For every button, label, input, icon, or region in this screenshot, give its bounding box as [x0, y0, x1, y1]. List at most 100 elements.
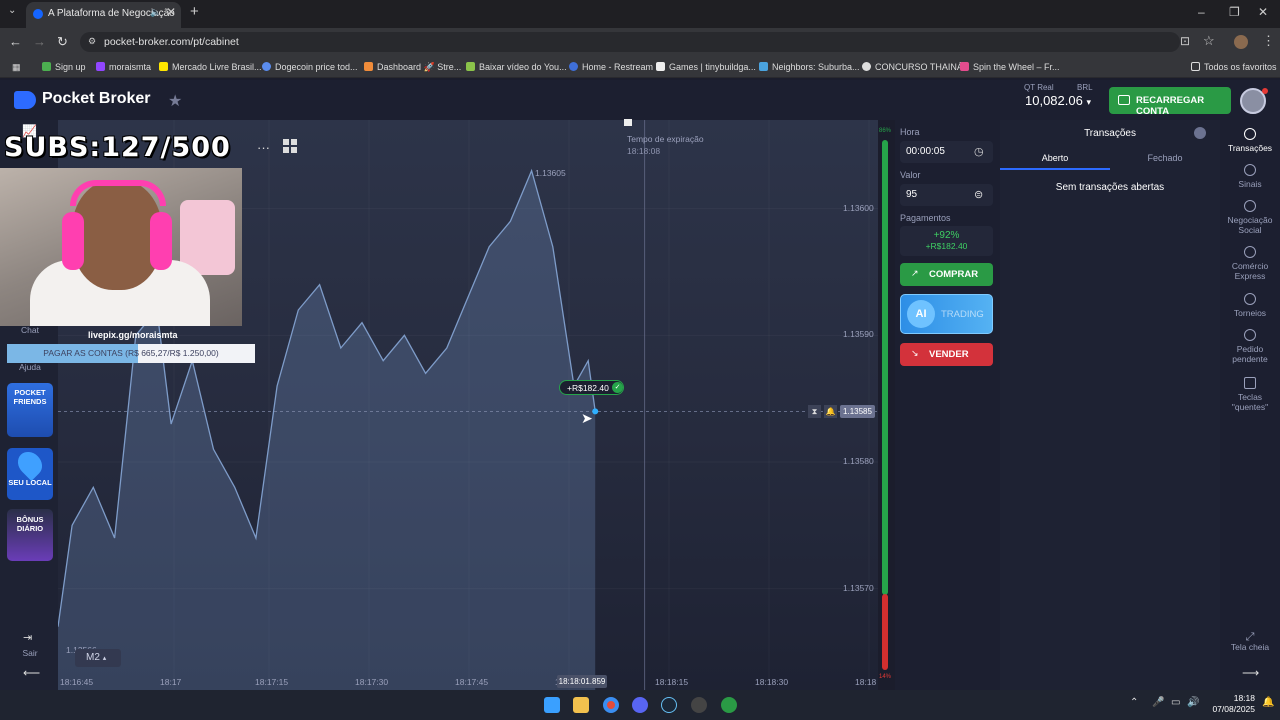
- install-icon[interactable]: ⊡: [1180, 34, 1190, 48]
- network-icon[interactable]: ▭: [1171, 697, 1180, 708]
- x-tick-label: 18:18: [855, 677, 877, 687]
- daily-bonus-promo[interactable]: BÔNUS DIÁRIO: [7, 509, 53, 561]
- sentiment-sell-bar: [882, 594, 888, 670]
- x-tick-label: 18:17:45: [455, 677, 489, 687]
- notification-dot: [1262, 88, 1268, 94]
- empty-transactions-message: Sem transações abertas: [1055, 182, 1165, 193]
- bookmark-item[interactable]: Sign up: [42, 62, 86, 72]
- arrow-up-icon: ↗: [911, 268, 919, 278]
- file-explorer-icon[interactable]: [573, 697, 589, 713]
- sidebar-item-chat[interactable]: Chat: [0, 325, 60, 335]
- new-tab-icon[interactable]: +: [190, 3, 199, 20]
- app-logo[interactable]: Pocket Broker: [42, 90, 151, 108]
- people-icon: [1244, 200, 1256, 212]
- tab-closed-trades[interactable]: Fechado: [1110, 148, 1220, 170]
- forward-icon[interactable]: →: [33, 34, 46, 49]
- volume-icon[interactable]: 🔊: [1187, 697, 1199, 708]
- bookmark-star-icon[interactable]: ☆: [1203, 33, 1215, 49]
- steam-icon[interactable]: [661, 697, 677, 713]
- apps-grid-icon[interactable]: ▦: [12, 62, 21, 73]
- tab-search-icon[interactable]: ⌄: [8, 5, 16, 16]
- pocket-broker-logo-icon: [14, 91, 36, 109]
- bookmark-item[interactable]: Home - Restream: [569, 62, 653, 72]
- payout-percent: +92%: [933, 230, 960, 241]
- bookmark-item[interactable]: moraismta: [96, 62, 151, 72]
- bell-icon[interactable]: 🔔: [824, 405, 837, 418]
- expand-arrow-icon[interactable]: ⟶: [1242, 666, 1259, 680]
- back-icon[interactable]: ←: [9, 34, 22, 49]
- sidebar-item-pending[interactable]: Pedido pendente: [1220, 329, 1280, 364]
- maximize-icon[interactable]: ❐: [1229, 5, 1240, 19]
- notifications-icon[interactable]: 🔔: [1262, 697, 1274, 708]
- close-tab-icon[interactable]: ✕: [166, 5, 176, 19]
- site-info-icon[interactable]: ⚙: [88, 36, 96, 47]
- bookmark-item[interactable]: CONCURSO THAINÁ: [862, 62, 963, 72]
- collapse-arrow-icon[interactable]: ⟵: [23, 666, 40, 680]
- bookmark-item[interactable]: Games | tinybuildga...: [656, 62, 756, 72]
- livepix-link: livepix.gg/moraismta: [88, 330, 178, 340]
- x-tick-label: 18:17:15: [255, 677, 289, 687]
- sidebar-item-social[interactable]: Negociação Social: [1220, 200, 1280, 235]
- account-balance-dropdown[interactable]: 10,082.06 ▾: [1025, 93, 1091, 108]
- more-tools-icon[interactable]: ···: [257, 140, 270, 155]
- current-price-tag: 1.13585: [840, 405, 875, 418]
- amount-value: 95: [906, 189, 918, 200]
- currency-icon[interactable]: ⊜: [974, 188, 983, 201]
- microphone-icon[interactable]: 🎤: [1152, 697, 1164, 708]
- bookmark-item[interactable]: Baixar vídeo do You...: [466, 62, 567, 72]
- window-close-icon[interactable]: ✕: [1258, 5, 1268, 19]
- obs-icon[interactable]: [691, 697, 707, 713]
- check-icon: ✓: [612, 382, 623, 393]
- layout-grid-icon[interactable]: [283, 139, 297, 153]
- logout-icon[interactable]: ⇥: [23, 631, 32, 644]
- xbox-icon[interactable]: [721, 697, 737, 713]
- url-input[interactable]: pocket-broker.com/pt/cabinet: [80, 32, 1180, 52]
- sidebar-item-tournaments[interactable]: Torneios: [1220, 293, 1280, 318]
- y-tick-label: 1.13580: [843, 456, 874, 466]
- sidebar-item-transactions[interactable]: Transações: [1220, 128, 1280, 153]
- discord-icon[interactable]: [632, 697, 648, 713]
- sentiment-buy-bar: [882, 140, 888, 595]
- chrome-icon[interactable]: [603, 697, 619, 713]
- x-tick-label: 18:17: [160, 677, 182, 687]
- sidebar-item-express[interactable]: Comércio Express: [1220, 246, 1280, 281]
- y-tick-label: 1.13600: [843, 202, 874, 213]
- pocket-broker-favicon-icon: [33, 9, 43, 19]
- bookmark-item[interactable]: Dogecoin price tod...: [262, 62, 358, 72]
- payout-label: Pagamentos: [900, 213, 951, 223]
- minimize-icon[interactable]: –: [1198, 5, 1205, 19]
- tab-open-trades[interactable]: Aberto: [1000, 148, 1110, 170]
- list-options-icon[interactable]: [1194, 127, 1206, 139]
- favorite-star-icon[interactable]: ★: [168, 91, 182, 111]
- bookmark-item[interactable]: Dashboard 🚀 Stre...: [364, 62, 461, 73]
- promo-label: POCKET FRIENDS: [13, 388, 47, 406]
- bookmark-item[interactable]: Neighbors: Suburba...: [759, 62, 860, 72]
- fullscreen-button[interactable]: ⤢ Tela cheia: [1220, 632, 1280, 653]
- headphones-band: [70, 180, 166, 206]
- bookmark-item[interactable]: Spin the Wheel – Fr...: [960, 62, 1060, 72]
- pocket-friends-promo[interactable]: POCKET FRIENDS: [7, 383, 53, 437]
- hourglass-icon[interactable]: ⧗: [808, 405, 821, 418]
- menu-kebab-icon[interactable]: ⋮: [1262, 33, 1275, 49]
- tray-chevron-icon[interactable]: ⌃: [1130, 697, 1138, 708]
- all-bookmarks-folder[interactable]: Todos os favoritos: [1191, 62, 1277, 72]
- clock-icon[interactable]: ◷: [974, 145, 984, 158]
- peak-price-label: 1.13605: [535, 168, 566, 178]
- sidebar-item-label: Torneios: [1233, 308, 1267, 318]
- speaker-icon[interactable]: 🔈: [150, 7, 161, 18]
- sidebar-item-help[interactable]: Ajuda: [0, 362, 60, 372]
- taskbar-clock[interactable]: 18:18 07/08/2025: [1205, 693, 1255, 715]
- profile-icon[interactable]: [1234, 35, 1248, 49]
- clock-date: 07/08/2025: [1212, 704, 1255, 714]
- sidebar-item-hotkeys[interactable]: Teclas "quentes": [1220, 377, 1280, 412]
- windows-start-icon[interactable]: [544, 697, 560, 713]
- sidebar-item-signals[interactable]: Sinais: [1220, 164, 1280, 189]
- promo-label: BÔNUS DIÁRIO: [16, 515, 44, 533]
- reload-icon[interactable]: ↻: [57, 34, 68, 50]
- y-tick-label: 1.13570: [843, 582, 874, 593]
- timeframe-selector[interactable]: M2 ▴: [75, 649, 121, 667]
- time-value: 00:00:05: [906, 146, 945, 157]
- sidebar-item-label: Transações: [1227, 143, 1273, 153]
- bookmark-item[interactable]: Mercado Livre Brasil...: [159, 62, 262, 72]
- sidebar-item-logout[interactable]: Sair: [0, 648, 60, 658]
